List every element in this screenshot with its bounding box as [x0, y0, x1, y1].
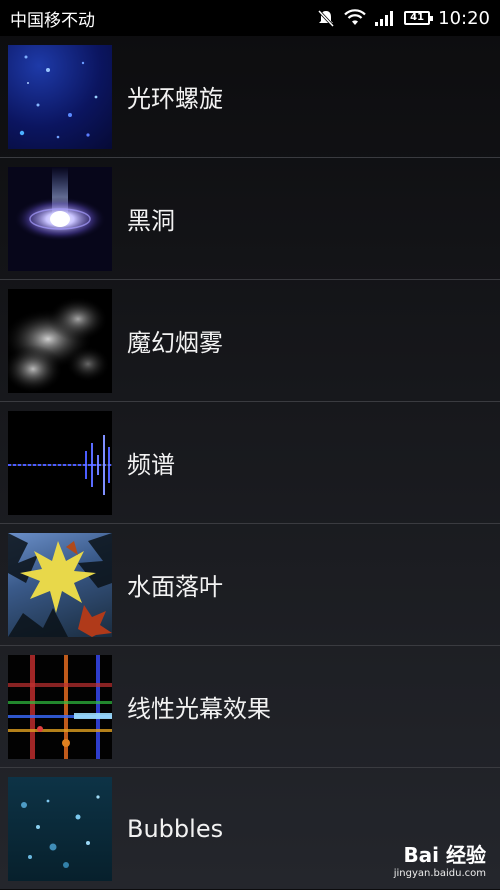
bubbles-thumbnail — [8, 777, 112, 881]
signal-icon — [375, 11, 394, 26]
smoke-thumbnail — [8, 288, 112, 393]
watermark-url: jingyan.baidu.com — [393, 868, 486, 879]
list-item-linear-light-curtain[interactable]: 线性光幕效果 — [0, 646, 500, 768]
black-hole-thumbnail — [8, 166, 112, 271]
maple-leaf-thumbnail — [8, 532, 112, 637]
list-item-label: 频谱 — [127, 451, 175, 479]
list-item-label: 水面落叶 — [127, 573, 223, 601]
list-item-label: Bubbles — [127, 815, 224, 843]
battery-icon: 41 — [404, 11, 434, 25]
watermark-logo: Bai 经验 — [403, 843, 486, 867]
list-item-magic-smoke[interactable]: 魔幻烟雾 — [0, 280, 500, 402]
baidu-jingyan-watermark: Bai 经验 jingyan.baidu.com — [394, 839, 486, 879]
list-item-halo-spiral[interactable]: 光环螺旋 — [0, 36, 500, 158]
live-wallpaper-list: 光环螺旋 黑洞 魔幻烟雾 频谱 水面落叶 线性光幕效果 Bubbles — [0, 36, 500, 890]
list-item-black-hole[interactable]: 黑洞 — [0, 158, 500, 280]
light-lines-thumbnail — [8, 654, 112, 759]
status-icons: 41 10:20 — [316, 8, 490, 29]
list-item-label: 魔幻烟雾 — [127, 329, 223, 357]
list-item-falling-leaves[interactable]: 水面落叶 — [0, 524, 500, 646]
list-item-label: 黑洞 — [127, 207, 175, 235]
mute-icon — [318, 9, 335, 27]
list-item-label: 光环螺旋 — [127, 85, 223, 113]
battery-level: 41 — [410, 12, 425, 23]
clock: 10:20 — [438, 7, 490, 29]
wifi-icon — [344, 9, 366, 25]
spectrum-thumbnail — [8, 410, 112, 515]
list-item-label: 线性光幕效果 — [127, 695, 271, 723]
list-item-spectrum[interactable]: 频谱 — [0, 402, 500, 524]
carrier-name: 中国移不动 — [10, 10, 95, 31]
status-bar: 中国移不动 41 10:20 — [0, 0, 500, 36]
galaxy-dots-thumbnail — [8, 44, 112, 149]
